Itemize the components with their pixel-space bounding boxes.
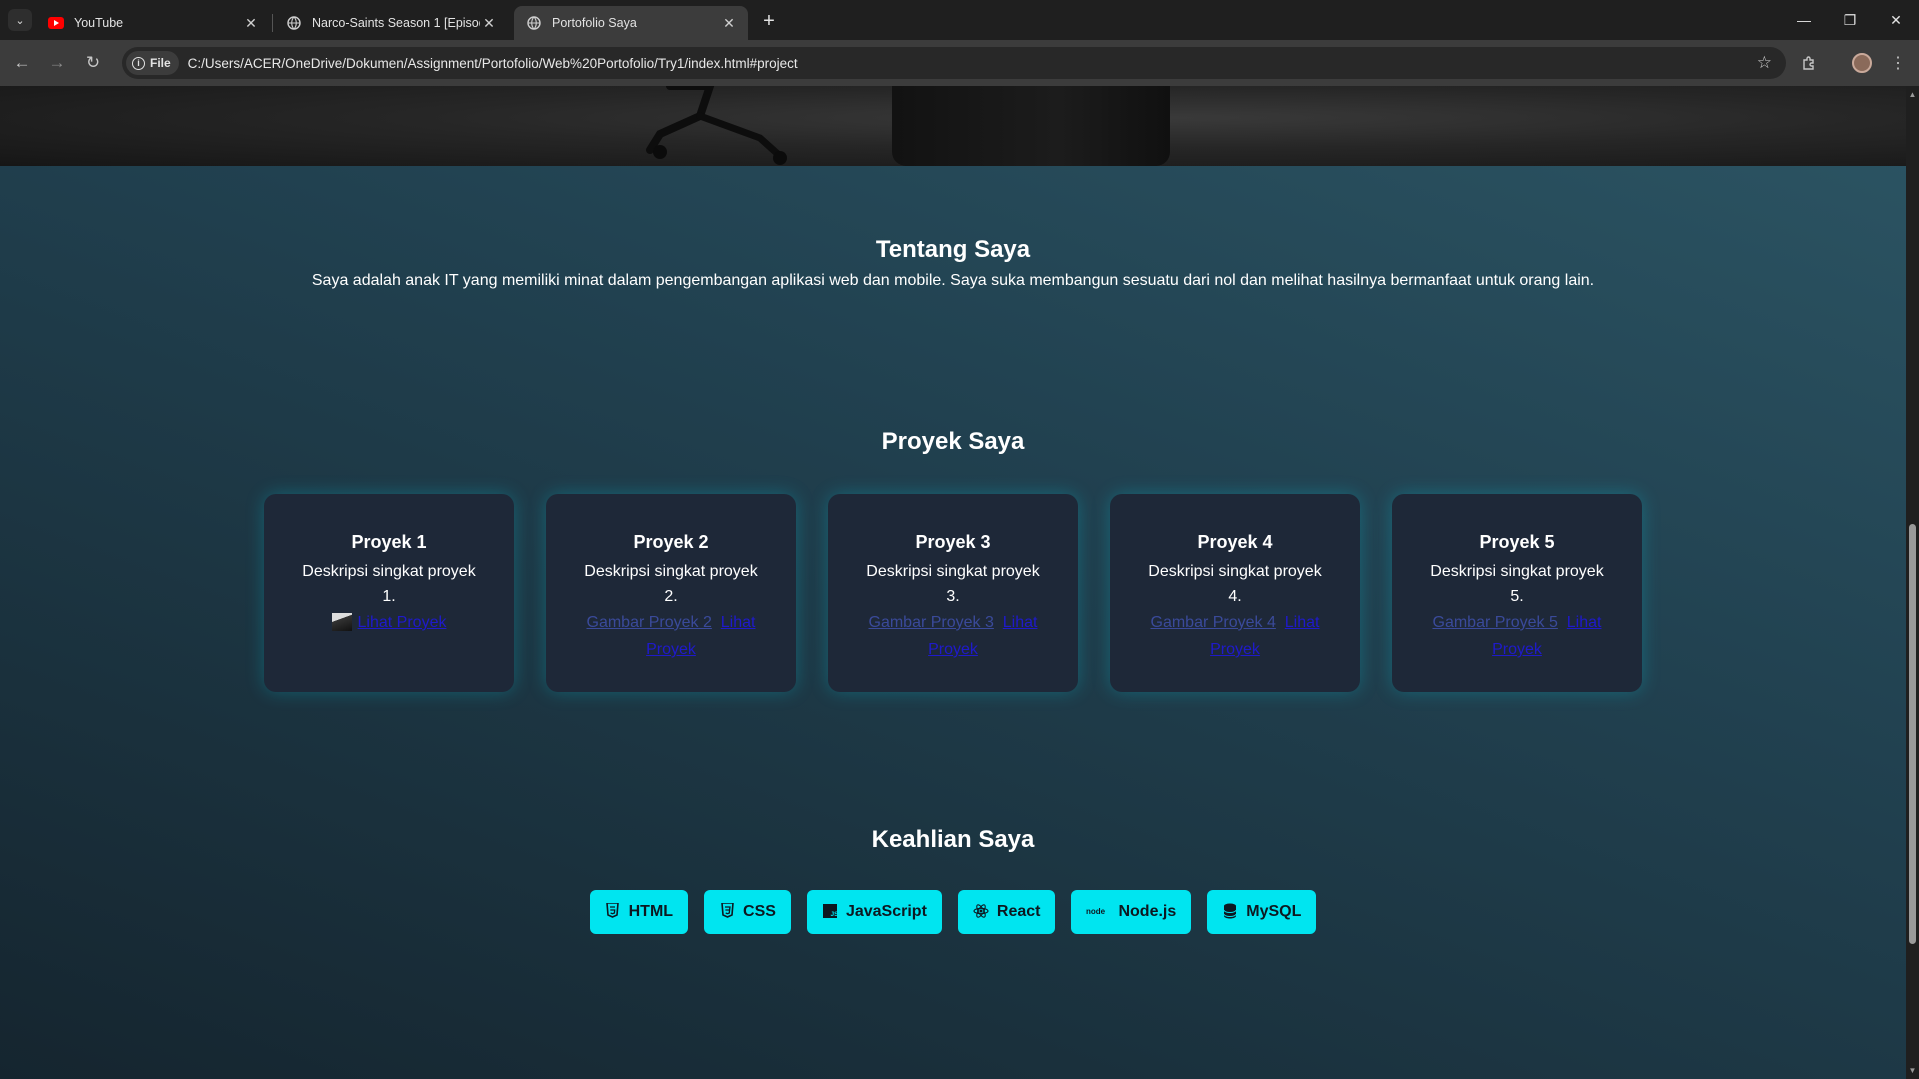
nodejs-icon: node bbox=[1086, 904, 1110, 920]
project-description: Deskripsi singkat proyek 4. bbox=[1148, 563, 1322, 605]
scrollbar-thumb[interactable] bbox=[1909, 524, 1916, 944]
project-card: Proyek 3 Deskripsi singkat proyek 3. Gam… bbox=[828, 494, 1078, 692]
project-links: Gambar Proyek 2 Lihat Proyek bbox=[566, 609, 776, 663]
globe-icon bbox=[286, 15, 302, 31]
tab-title: YouTube bbox=[74, 16, 124, 30]
skill-badge-html: HTML bbox=[589, 890, 689, 934]
tab-strip: ⌄ YouTube ✕ Narco-Saints Season 1 [Episo… bbox=[0, 0, 1919, 40]
project-thumbnail bbox=[331, 613, 352, 631]
html5-icon bbox=[605, 902, 621, 921]
project-title: Proyek 1 bbox=[351, 532, 427, 552]
project-card: Proyek 4 Deskripsi singkat proyek 4. Gam… bbox=[1110, 494, 1360, 692]
skill-label: Node.js bbox=[1118, 903, 1177, 920]
page-viewport: Tentang Saya Saya adalah anak IT yang me… bbox=[0, 86, 1906, 1079]
project-title: Proyek 5 bbox=[1479, 532, 1555, 552]
tab-title: Portofolio Saya bbox=[552, 16, 637, 30]
globe-icon bbox=[526, 15, 542, 31]
about-text: Saya adalah anak IT yang memiliki minat … bbox=[311, 272, 1595, 289]
skill-label: MySQL bbox=[1246, 903, 1302, 920]
svg-text:JS: JS bbox=[830, 911, 837, 918]
project-description: Deskripsi singkat proyek 2. bbox=[584, 563, 758, 605]
site-info-label: File bbox=[150, 56, 171, 70]
tab-narco-saints[interactable]: Narco-Saints Season 1 [Episode ✕ bbox=[274, 6, 508, 40]
minimize-button[interactable]: — bbox=[1781, 0, 1827, 40]
restore-button[interactable]: ❐ bbox=[1827, 0, 1873, 40]
projects-title: Proyek Saya bbox=[881, 428, 1025, 455]
about-title: Tentang Saya bbox=[875, 236, 1031, 263]
skill-badge-nodejs: node Node.js bbox=[1071, 890, 1192, 934]
project-links: Gambar Proyek 3 Lihat Proyek bbox=[848, 609, 1058, 663]
project-description: Deskripsi singkat proyek 1. bbox=[302, 563, 476, 605]
css3-icon bbox=[719, 902, 735, 921]
profile-avatar[interactable] bbox=[1848, 49, 1876, 77]
tab-youtube[interactable]: YouTube ✕ bbox=[36, 6, 270, 40]
svg-text:node: node bbox=[1086, 907, 1106, 916]
project-title: Proyek 2 bbox=[633, 532, 709, 552]
skill-label: HTML bbox=[628, 903, 674, 920]
database-icon bbox=[1222, 903, 1238, 922]
scroll-down-arrow-icon[interactable]: ▼ bbox=[1908, 1066, 1917, 1075]
project-card: Proyek 2 Deskripsi singkat proyek 2. Gam… bbox=[546, 494, 796, 692]
broken-image-alt: Gambar Proyek 4 bbox=[1150, 614, 1276, 631]
view-project-link[interactable]: Lihat Proyek bbox=[358, 614, 447, 631]
extensions-puzzle-icon[interactable] bbox=[1795, 49, 1823, 77]
project-links: Gambar Proyek 4 Lihat Proyek bbox=[1130, 609, 1340, 663]
project-title: Proyek 4 bbox=[1197, 532, 1273, 552]
project-description: Deskripsi singkat proyek 3. bbox=[866, 563, 1040, 605]
tab-title: Narco-Saints Season 1 [Episode bbox=[312, 16, 480, 30]
skill-badge-css: CSS bbox=[704, 890, 791, 934]
react-icon bbox=[973, 903, 989, 922]
skill-label: CSS bbox=[743, 903, 776, 920]
page-scrollbar[interactable]: ▲ ▼ bbox=[1906, 86, 1919, 1079]
address-bar[interactable]: i File C:/Users/ACER/OneDrive/Dokumen/As… bbox=[122, 47, 1786, 79]
tab-portofolio[interactable]: Portofolio Saya ✕ bbox=[514, 6, 748, 40]
more-menu-icon[interactable]: ⋮ bbox=[1884, 49, 1912, 77]
info-icon: i bbox=[132, 56, 145, 70]
close-tab-icon[interactable]: ✕ bbox=[480, 14, 498, 32]
broken-image-alt: Gambar Proyek 2 bbox=[586, 614, 712, 631]
project-description: Deskripsi singkat proyek 5. bbox=[1430, 563, 1604, 605]
back-arrow-icon[interactable]: ← bbox=[8, 49, 36, 77]
scroll-up-arrow-icon[interactable]: ▲ bbox=[1908, 90, 1917, 99]
forward-arrow-icon[interactable]: → bbox=[43, 49, 71, 77]
close-window-button[interactable]: ✕ bbox=[1873, 0, 1919, 40]
chair-silhouette bbox=[646, 86, 787, 165]
tab-divider bbox=[272, 14, 273, 32]
skills-list: HTML CSS JS JavaScript React node Node.j… bbox=[0, 890, 1906, 934]
close-tab-icon[interactable]: ✕ bbox=[720, 14, 738, 32]
skill-badge-javascript: JS JavaScript bbox=[806, 890, 942, 934]
broken-image-alt: Gambar Proyek 5 bbox=[1432, 614, 1558, 631]
reload-icon[interactable]: ↻ bbox=[79, 49, 107, 77]
new-tab-button[interactable]: + bbox=[758, 10, 780, 32]
tab-search-button[interactable]: ⌄ bbox=[8, 9, 32, 31]
skill-label: React bbox=[996, 903, 1041, 920]
bag-silhouette bbox=[892, 86, 1170, 166]
broken-image-alt: Gambar Proyek 3 bbox=[868, 614, 994, 631]
close-tab-icon[interactable]: ✕ bbox=[242, 14, 260, 32]
hero-image bbox=[0, 86, 1906, 166]
youtube-icon bbox=[48, 15, 64, 31]
skill-badge-mysql: MySQL bbox=[1207, 890, 1317, 934]
browser-toolbar: ← → ↻ i File C:/Users/ACER/OneDrive/Doku… bbox=[0, 40, 1919, 86]
project-title: Proyek 3 bbox=[915, 532, 991, 552]
project-links: Gambar Proyek 5 Lihat Proyek bbox=[1412, 609, 1622, 663]
skill-badge-react: React bbox=[957, 890, 1056, 934]
bookmark-star-icon[interactable]: ☆ bbox=[1757, 53, 1772, 73]
project-links: Lihat Proyek bbox=[284, 609, 494, 636]
skills-title: Keahlian Saya bbox=[871, 826, 1035, 853]
project-card: Proyek 5 Deskripsi singkat proyek 5. Gam… bbox=[1392, 494, 1642, 692]
js-icon: JS bbox=[822, 903, 839, 921]
skill-label: JavaScript bbox=[845, 903, 927, 920]
site-info-chip[interactable]: i File bbox=[126, 51, 179, 75]
url-text[interactable]: C:/Users/ACER/OneDrive/Dokumen/Assignmen… bbox=[188, 56, 798, 71]
project-card: Proyek 1 Deskripsi singkat proyek 1. Lih… bbox=[264, 494, 514, 692]
